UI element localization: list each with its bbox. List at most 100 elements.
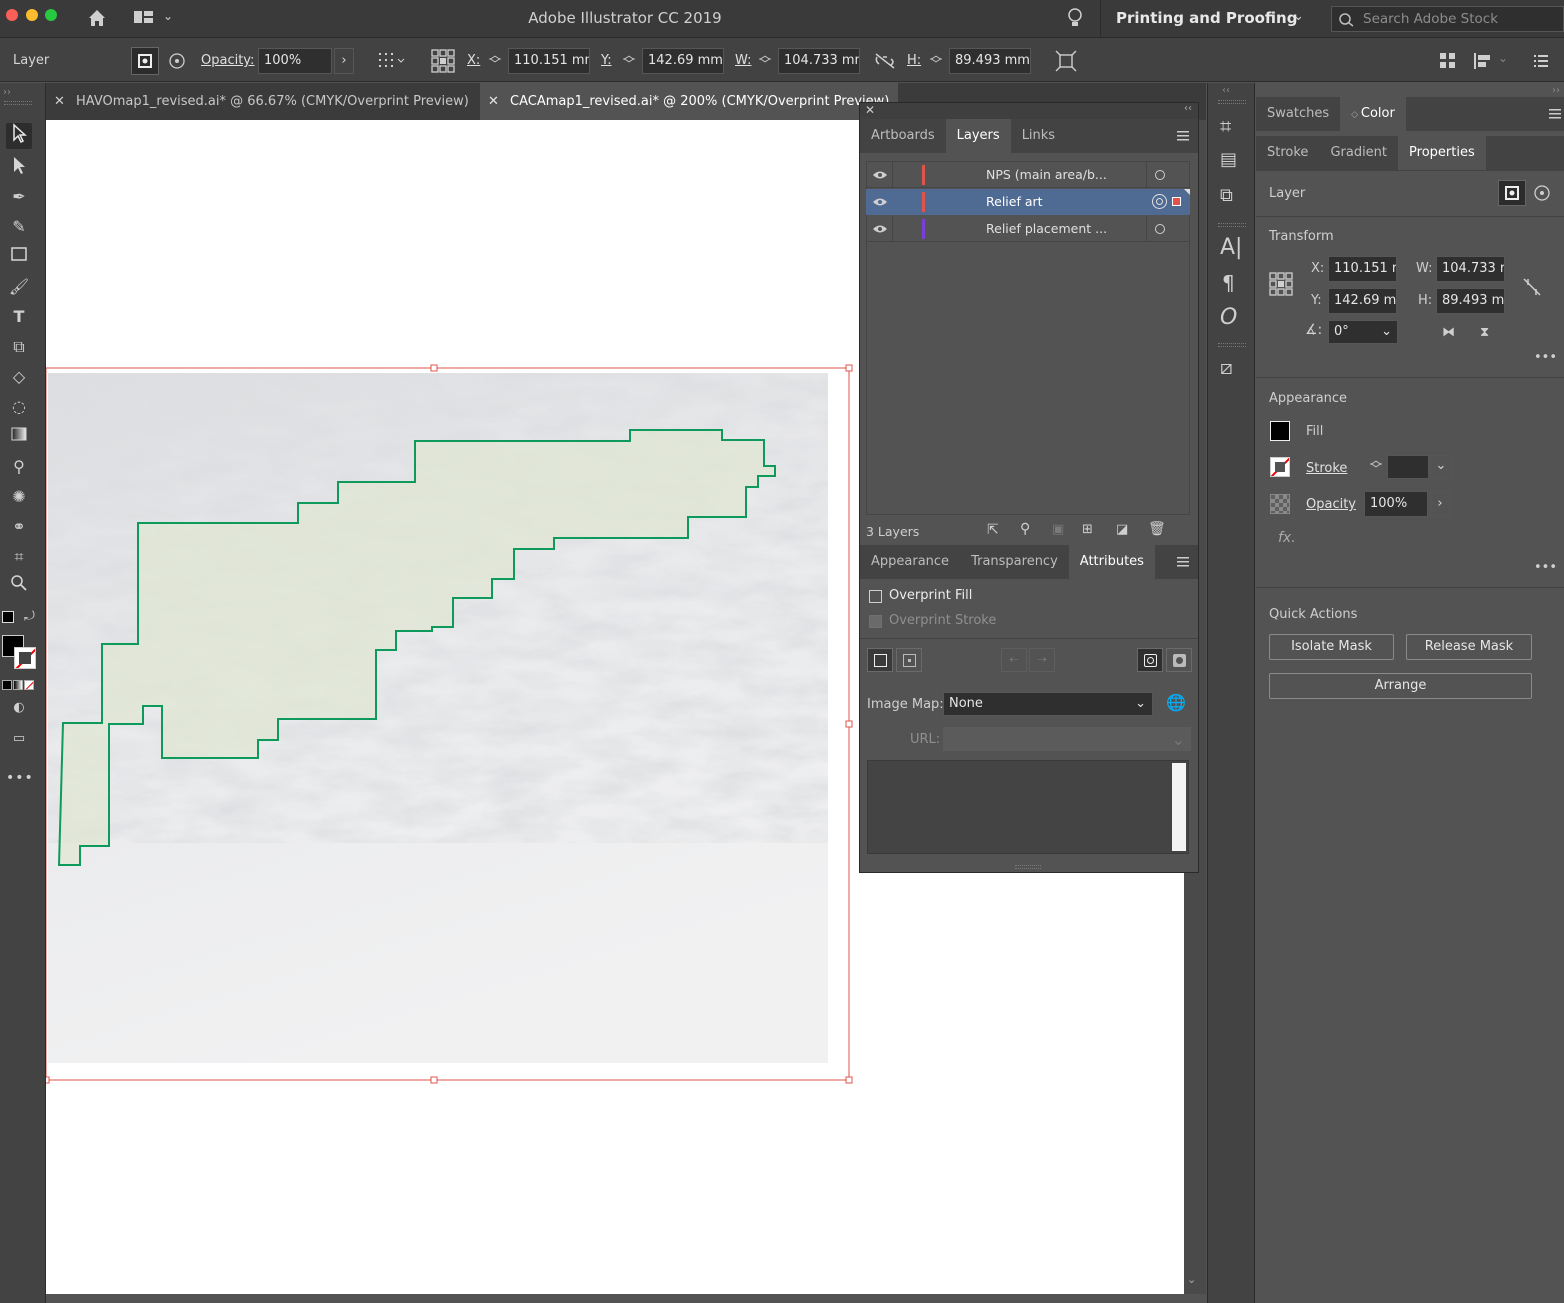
panel-header-bar[interactable]: ✕ ‹‹ bbox=[860, 103, 1198, 119]
x-input[interactable]: 110.151 mm bbox=[508, 48, 590, 74]
eyedropper-tool-icon[interactable]: ⚲ bbox=[6, 454, 32, 480]
target-icon[interactable] bbox=[1532, 183, 1552, 203]
workspace-switcher[interactable]: Printing and Proofing bbox=[1116, 9, 1297, 27]
tab-cacamap[interactable]: ✕ CACAmap1_revised.ai* @ 200% (CMYK/Over… bbox=[480, 83, 898, 120]
toolbar-grip[interactable] bbox=[4, 101, 32, 105]
eraser-tool-icon[interactable]: ◇ bbox=[6, 364, 32, 390]
swap-colors-icon[interactable]: ⤾ bbox=[24, 610, 35, 623]
opentype-panel-icon[interactable]: O bbox=[1220, 307, 1237, 329]
layer-name[interactable]: Relief placement ... bbox=[986, 216, 1107, 242]
w-stepper[interactable]: ︿ ﹀ bbox=[759, 49, 771, 70]
direct-selection-tool-icon[interactable] bbox=[6, 155, 32, 181]
close-panel-icon[interactable]: ✕ bbox=[865, 103, 875, 117]
layer-mask-button[interactable] bbox=[131, 47, 159, 75]
stroke-weight-input[interactable] bbox=[1387, 455, 1429, 479]
selection-square[interactable] bbox=[1172, 197, 1181, 206]
layer-row-relief-placement[interactable]: Relief placement ... bbox=[866, 216, 1190, 242]
zoom-window-button[interactable] bbox=[45, 9, 57, 21]
tab-properties[interactable]: Properties bbox=[1398, 136, 1486, 170]
stroke-weight-stepper[interactable]: ︿ ﹀ bbox=[1370, 454, 1382, 475]
character-panel-icon[interactable]: A| bbox=[1220, 237, 1242, 259]
stroke-swatch[interactable] bbox=[14, 647, 36, 669]
chevron-down-icon[interactable]: ⌄ bbox=[1293, 10, 1304, 23]
chevron-down-icon[interactable]: ⌄ bbox=[163, 10, 173, 22]
dock-grip[interactable] bbox=[1218, 343, 1246, 347]
selection-tool-icon[interactable] bbox=[6, 123, 32, 149]
notes-scrollbar[interactable] bbox=[1172, 763, 1186, 851]
tab-stroke[interactable]: Stroke bbox=[1256, 136, 1319, 170]
new-sublayer-icon[interactable]: ⊞ bbox=[1082, 523, 1093, 536]
notes-textarea[interactable] bbox=[867, 760, 1189, 854]
close-tab-icon[interactable]: ✕ bbox=[488, 83, 499, 120]
more-options-icon[interactable]: ••• bbox=[1534, 561, 1557, 574]
zoom-tool-icon[interactable] bbox=[6, 574, 32, 600]
new-layer-icon[interactable]: ◪ bbox=[1116, 523, 1128, 536]
paintbrush-tool-icon[interactable]: 🖌 bbox=[6, 274, 32, 300]
constrain-proportions-icon[interactable] bbox=[1521, 276, 1543, 298]
blend-tool-icon[interactable]: ✺ bbox=[6, 484, 32, 510]
workspace-layout-icon[interactable] bbox=[133, 9, 155, 27]
x-stepper[interactable]: ︿ ﹀ bbox=[489, 49, 501, 70]
isolate-mask-button[interactable]: Isolate Mask bbox=[1269, 634, 1394, 660]
target-circle-icon[interactable] bbox=[1155, 224, 1165, 234]
transform-icon[interactable] bbox=[1054, 50, 1078, 72]
locate-object-icon[interactable]: ⚲ bbox=[1020, 522, 1030, 536]
align-panel-icon[interactable] bbox=[1472, 51, 1494, 71]
flip-horizontal-icon[interactable]: ⧓ bbox=[1442, 326, 1455, 339]
overprint-fill-checkbox[interactable] bbox=[869, 590, 882, 603]
delete-layer-icon[interactable]: 🗑 bbox=[1148, 522, 1166, 536]
opacity-input[interactable]: 100% bbox=[1364, 491, 1428, 517]
collapse-toolbar-icon[interactable]: ›› bbox=[3, 87, 11, 98]
layer-mask-button[interactable] bbox=[1498, 180, 1526, 206]
image-trace-panel-icon[interactable]: ⧄ bbox=[1220, 357, 1233, 377]
h-input[interactable]: 89.493 mm bbox=[949, 48, 1031, 74]
tab-links[interactable]: Links bbox=[1011, 119, 1066, 153]
w-input[interactable]: 104.733 mm bbox=[778, 48, 860, 74]
w-input[interactable]: 104.733 r bbox=[1436, 256, 1505, 282]
panel-resize-grip[interactable] bbox=[1015, 865, 1041, 869]
y-input[interactable]: 142.69 mm bbox=[642, 48, 724, 74]
flip-vertical-icon[interactable]: ⧗ bbox=[1480, 326, 1489, 339]
tab-artboards[interactable]: Artboards bbox=[860, 119, 946, 153]
reference-point-icon[interactable] bbox=[1268, 271, 1294, 297]
stroke-swatch[interactable] bbox=[1270, 457, 1290, 477]
show-center-button[interactable] bbox=[1137, 648, 1163, 672]
rectangle-tool-icon[interactable] bbox=[6, 244, 32, 270]
tab-layers[interactable]: Layers bbox=[945, 119, 1011, 153]
tab-appearance[interactable]: Appearance bbox=[860, 545, 960, 579]
default-colors-icon[interactable] bbox=[2, 611, 14, 623]
panel-menu-icon[interactable] bbox=[1548, 108, 1562, 120]
tab-transparency[interactable]: Transparency bbox=[960, 545, 1069, 579]
dock-grip[interactable] bbox=[1218, 100, 1246, 104]
opacity-input[interactable]: 100% bbox=[258, 48, 332, 74]
none-mode-icon[interactable] bbox=[24, 680, 34, 690]
scale-tool-icon[interactable]: ⧉ bbox=[6, 334, 32, 360]
visibility-eye-icon[interactable] bbox=[872, 197, 888, 207]
opacity-flyout-button[interactable]: › bbox=[1430, 491, 1450, 517]
x-input[interactable]: 110.151 r bbox=[1328, 256, 1397, 282]
tab-attributes[interactable]: Attributes bbox=[1068, 545, 1155, 579]
collapse-panel-icon[interactable]: ‹‹ bbox=[1184, 103, 1192, 114]
tab-gradient[interactable]: Gradient bbox=[1319, 136, 1398, 170]
target-icon[interactable] bbox=[167, 51, 187, 71]
close-tab-icon[interactable]: ✕ bbox=[54, 83, 65, 120]
stroke-weight-dropdown[interactable]: ⌄ bbox=[1430, 455, 1452, 479]
more-tools-icon[interactable]: ••• bbox=[6, 765, 33, 791]
collapse-panel-icon[interactable]: ›› bbox=[1552, 85, 1560, 96]
scroll-down-icon[interactable]: ⌄ bbox=[1187, 1274, 1196, 1285]
fill-swatch[interactable] bbox=[1270, 421, 1290, 441]
paragraph-panel-icon[interactable]: ¶ bbox=[1222, 273, 1235, 293]
h-input[interactable]: 89.493 m bbox=[1436, 288, 1505, 314]
tab-havomap[interactable]: ✕ HAVOmap1_revised.ai* @ 66.67% (CMYK/Ov… bbox=[46, 83, 478, 120]
visibility-eye-icon[interactable] bbox=[872, 170, 888, 180]
reference-point-icon[interactable] bbox=[430, 48, 456, 74]
y-label[interactable]: Y: bbox=[601, 53, 612, 68]
pen-tool-icon[interactable]: ✒ bbox=[6, 184, 32, 210]
arrange-button[interactable]: Arrange bbox=[1269, 673, 1532, 699]
release-mask-button[interactable]: Release Mask bbox=[1406, 634, 1532, 660]
fx-effects-button[interactable]: fx. bbox=[1278, 530, 1296, 546]
artboards-panel-icon[interactable]: ⌗ bbox=[1220, 116, 1231, 136]
gradient-tool-icon[interactable] bbox=[6, 424, 32, 450]
opacity-flyout-button[interactable]: › bbox=[334, 48, 354, 74]
rotate-angle-select[interactable]: 0° ⌄ bbox=[1328, 320, 1398, 344]
